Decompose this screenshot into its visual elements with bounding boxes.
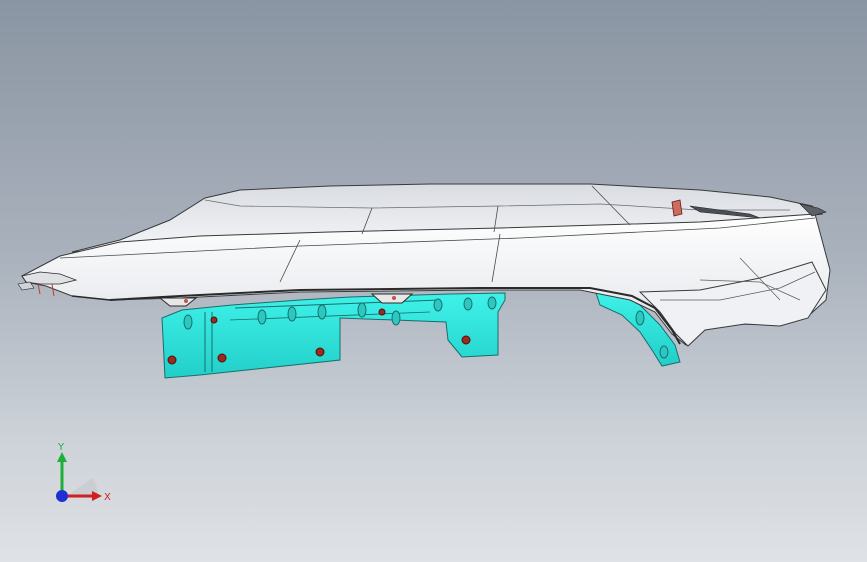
axis-triad: Y X	[56, 442, 111, 503]
fender-model[interactable]	[0, 0, 867, 562]
3d-viewport[interactable]: Y X	[0, 0, 867, 562]
y-axis-label: Y	[57, 442, 65, 453]
y-axis-arrow	[57, 452, 67, 496]
mounting-bracket[interactable]	[161, 289, 681, 379]
z-axis-dot	[56, 490, 68, 502]
x-axis-label: X	[104, 492, 111, 503]
fender-panel[interactable]	[17, 183, 831, 347]
